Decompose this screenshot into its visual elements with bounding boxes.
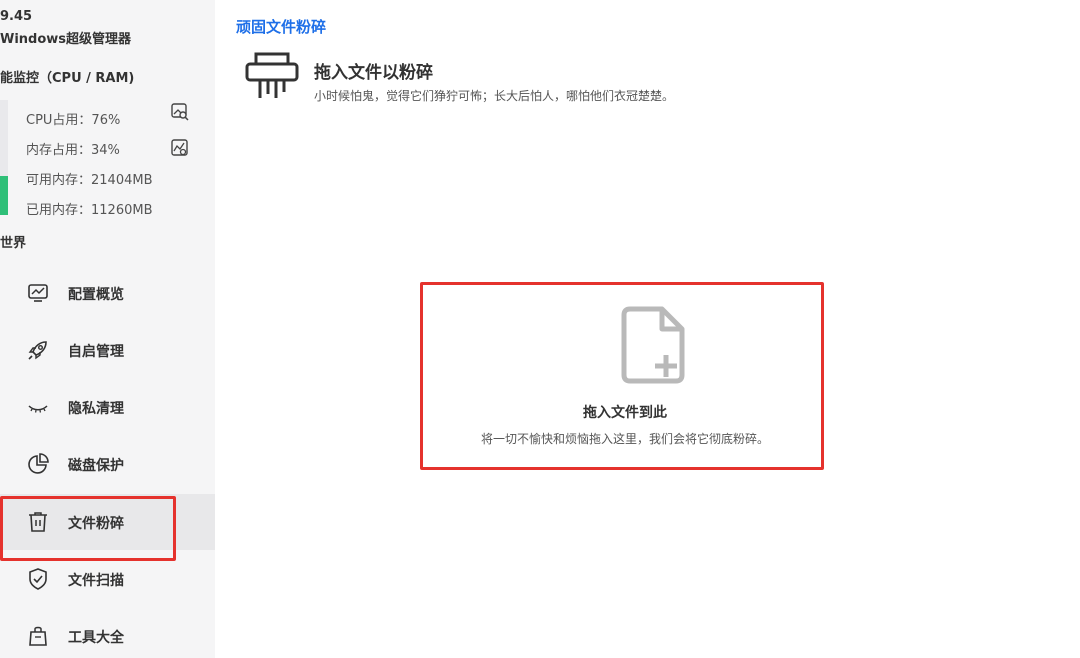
perf-monitor-title: 能监控（CPU / RAM): [0, 71, 135, 86]
memory-usage-label: 内存占用：34%: [26, 143, 120, 158]
shield-check-icon: [29, 568, 47, 590]
bag-icon: [29, 626, 47, 646]
memory-usage-bar-fill: [0, 175, 8, 215]
sidebar-item-label: 文件扫描: [68, 573, 124, 589]
page-title: 顽固文件粉碎: [236, 18, 327, 36]
monitor-chart-icon: [28, 284, 48, 302]
sidebar: 9.45 Windows超级管理器 能监控（CPU / RAM) CPU占用：7…: [0, 0, 215, 658]
sidebar-item-label: 配置概览: [68, 287, 124, 303]
sidebar-item-label: 工具大全: [68, 630, 124, 646]
image-search-icon[interactable]: [170, 102, 190, 122]
file-drop-zone[interactable]: 拖入文件到此 将一切不愉快和烦恼拖入这里，我们会将它彻底粉碎。: [420, 282, 824, 470]
app-name: Windows超级管理器: [0, 32, 132, 47]
sidebar-item-label: 隐私清理: [68, 401, 124, 417]
closed-eye-icon: [28, 405, 48, 413]
shredder-icon: [245, 52, 299, 98]
pie-chart-icon: [28, 453, 49, 474]
rocket-icon: [28, 341, 47, 360]
version-label: 9.45: [0, 9, 33, 24]
toolbox-section-title: 世界: [0, 236, 27, 251]
sidebar-item-toolbox[interactable]: 工具大全: [0, 608, 215, 658]
sidebar-item-privacy-clean[interactable]: 隐私清理: [0, 379, 215, 435]
header-title: 拖入文件以粉碎: [314, 63, 433, 83]
available-memory-label: 可用内存：21404MB: [26, 173, 153, 188]
active-item-highlight-box: [0, 496, 176, 561]
header-subtitle: 小时候怕鬼，觉得它们狰狞可怖；长大后怕人，哪怕他们衣冠楚楚。: [314, 89, 675, 103]
used-memory-label: 已用内存：11260MB: [26, 203, 153, 218]
sidebar-item-config-overview[interactable]: 配置概览: [0, 265, 215, 321]
drop-zone-title: 拖入文件到此: [583, 405, 667, 421]
cpu-usage-label: CPU占用：76%: [26, 113, 121, 128]
chart-settings-icon[interactable]: [170, 138, 190, 158]
sidebar-item-label: 磁盘保护: [68, 458, 124, 474]
file-add-icon: [621, 306, 685, 384]
memory-usage-bar: [0, 100, 8, 215]
sidebar-item-startup-manager[interactable]: 自启管理: [0, 322, 215, 378]
sidebar-item-disk-protection[interactable]: 磁盘保护: [0, 436, 215, 492]
drop-zone-subtitle: 将一切不愉快和烦恼拖入这里，我们会将它彻底粉碎。: [480, 432, 769, 446]
sidebar-item-label: 自启管理: [68, 344, 124, 360]
